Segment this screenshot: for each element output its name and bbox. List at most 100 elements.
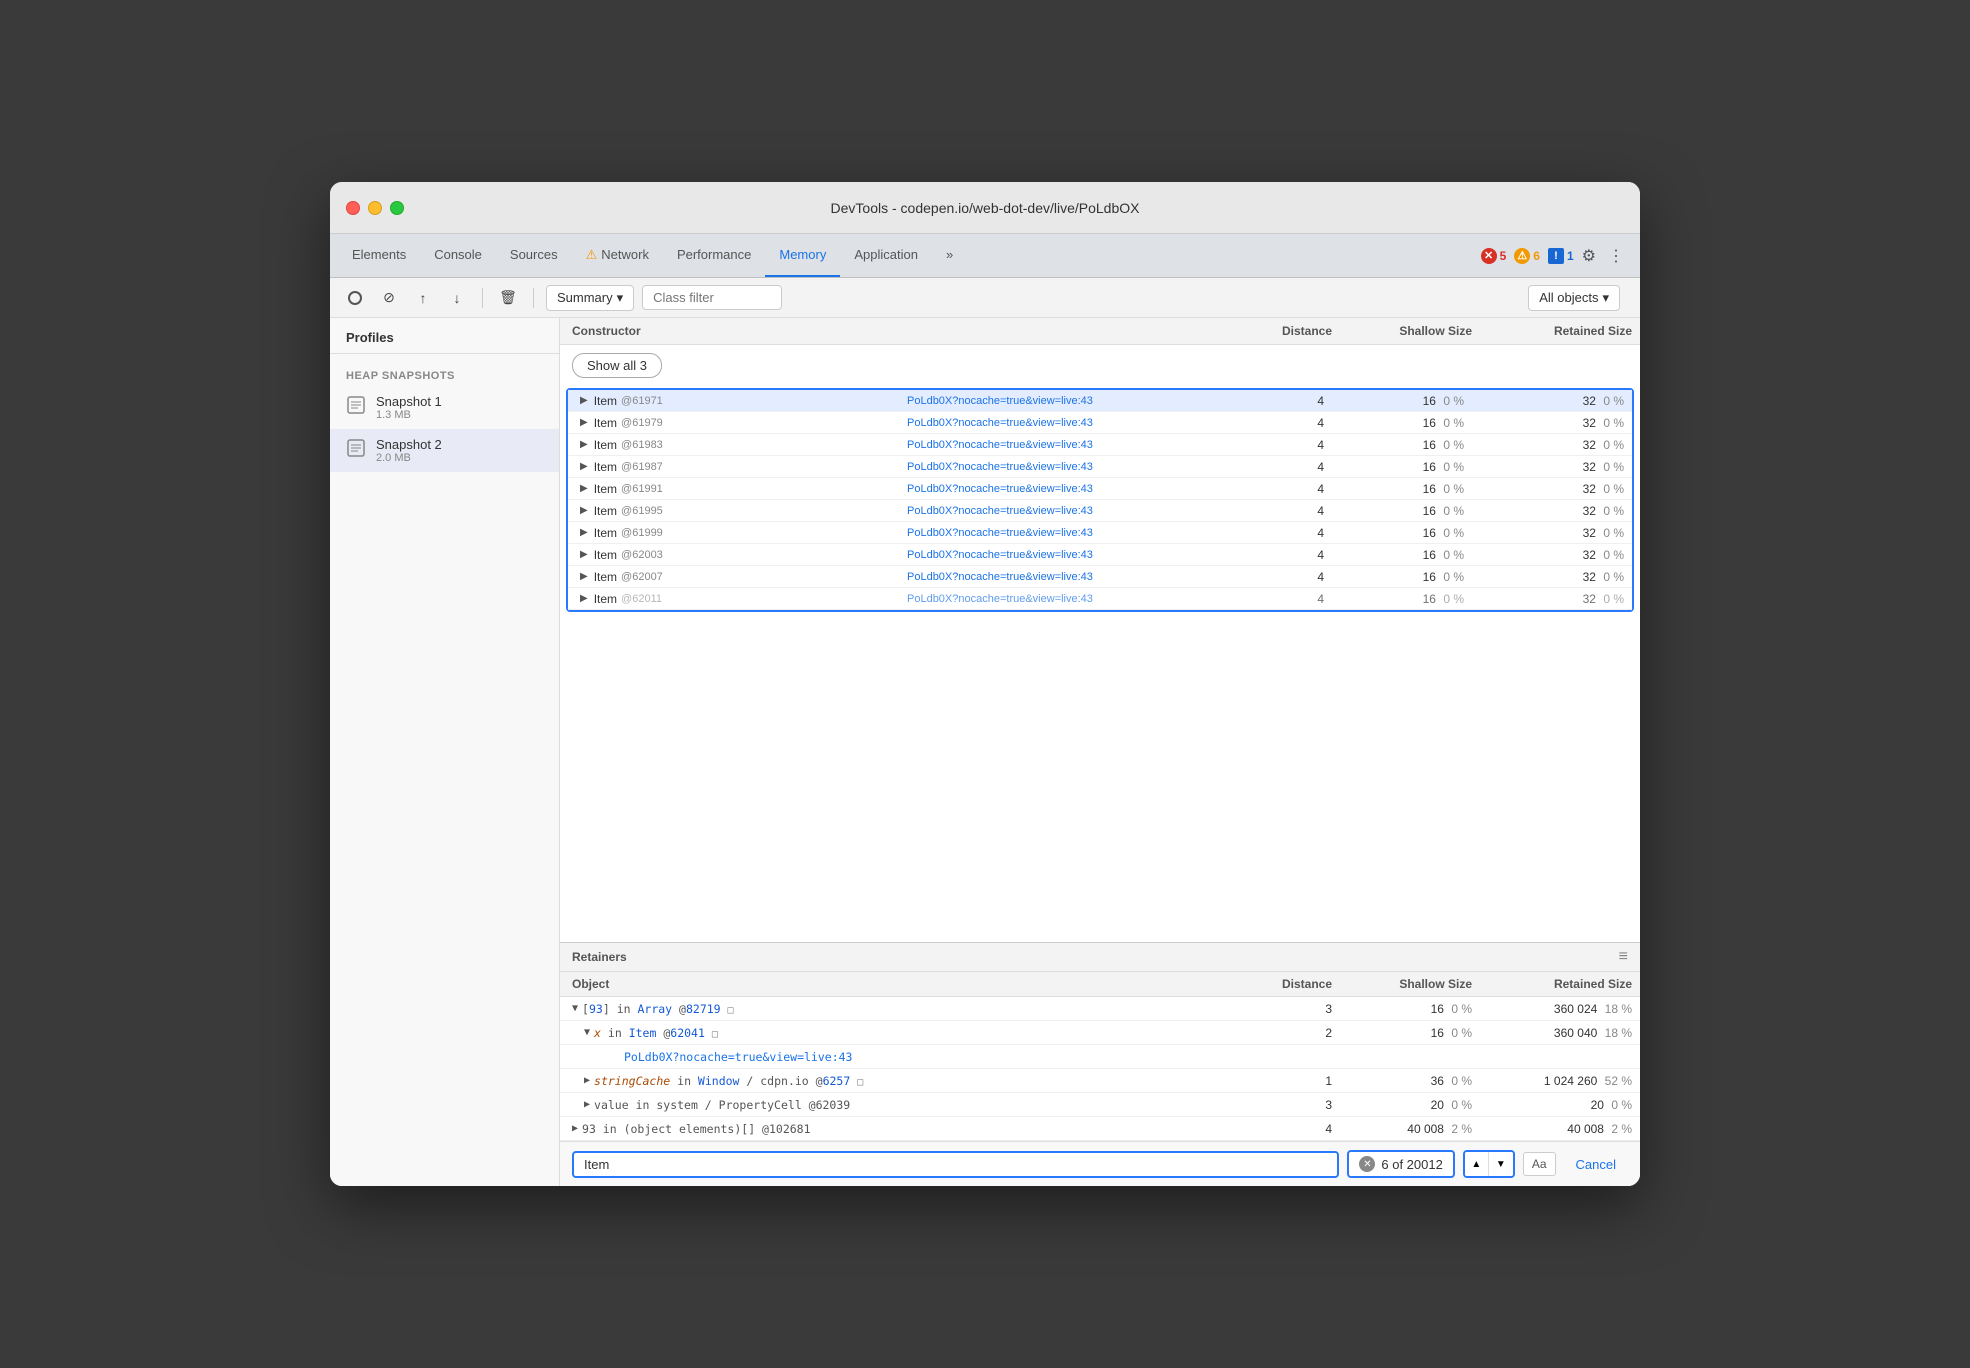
search-clear-button[interactable]: ✕ <box>1359 1156 1375 1172</box>
row-link[interactable]: PoLdb0X?nocache=true&view=live:43 <box>907 439 1093 451</box>
row-link[interactable]: PoLdb0X?nocache=true&view=live:43 <box>907 549 1093 561</box>
upload-button[interactable]: ↑ <box>410 285 436 311</box>
warning-badge: ⚠ 6 <box>1514 248 1540 264</box>
expand-icon[interactable]: ▶ <box>584 1075 590 1086</box>
row-name: Item <box>594 394 617 408</box>
delete-button[interactable]: 🗑 <box>495 285 521 311</box>
expand-icon[interactable]: ▶ <box>580 483 588 494</box>
table-row[interactable]: ▶ Item @61999 PoLdb0X?nocache=true&view=… <box>568 522 1632 544</box>
retainer-row[interactable]: ▶ value in system / PropertyCell @62039 … <box>560 1093 1640 1117</box>
table-row[interactable]: ▶ Item @62011 PoLdb0X?nocache=true&view=… <box>568 588 1632 610</box>
retainer-row[interactable]: ▶ stringCache in Window / cdpn.io @6257 … <box>560 1069 1640 1093</box>
retainer-dist: 4 <box>1230 1119 1340 1139</box>
constructor-table: Constructor Distance Shallow Size Retain… <box>560 318 1640 942</box>
expand-icon[interactable]: ▶ <box>580 571 588 582</box>
summary-dropdown[interactable]: Summary ▾ <box>546 285 634 311</box>
row-shallow: 16 0 % <box>1332 414 1472 432</box>
row-shallow: 16 0 % <box>1332 546 1472 564</box>
expand-icon[interactable]: ▶ <box>580 461 588 472</box>
row-retained: 32 0 % <box>1472 436 1632 454</box>
row-name: Item <box>594 482 617 496</box>
summary-label: Summary <box>557 290 613 305</box>
clear-button[interactable]: ⊘ <box>376 285 402 311</box>
row-link[interactable]: PoLdb0X?nocache=true&view=live:43 <box>907 461 1093 473</box>
snapshot1-size: 1.3 MB <box>376 409 543 421</box>
download-icon: ↓ <box>454 290 461 306</box>
show-all-button[interactable]: Show all 3 <box>572 353 662 378</box>
retainer-content: [93] in Array @82719 □ <box>582 1002 734 1016</box>
expand-icon[interactable]: ▶ <box>580 549 588 560</box>
search-nav-box: ▲ ▼ <box>1463 1150 1515 1178</box>
retainer-row[interactable]: ▶ 93 in (object elements)[] @102681 4 40… <box>560 1117 1640 1141</box>
search-prev-button[interactable]: ▲ <box>1465 1152 1489 1176</box>
expand-icon[interactable]: ▶ <box>580 439 588 450</box>
retainer-row[interactable]: ▼ [93] in Array @82719 □ 3 16 0 % 360 02… <box>560 997 1640 1021</box>
row-distance: 4 <box>1222 480 1332 498</box>
snapshot2-item[interactable]: Snapshot 2 2.0 MB <box>330 429 559 472</box>
minimize-button[interactable] <box>368 201 382 215</box>
retainer-dist: 3 <box>1230 1095 1340 1115</box>
expand-icon[interactable]: ▶ <box>580 505 588 516</box>
row-link[interactable]: PoLdb0X?nocache=true&view=live:43 <box>907 417 1093 429</box>
expand-icon[interactable]: ▶ <box>580 593 588 604</box>
search-next-button[interactable]: ▼ <box>1489 1152 1513 1176</box>
download-button[interactable]: ↓ <box>444 285 470 311</box>
tab-elements[interactable]: Elements <box>338 234 420 277</box>
expand-icon[interactable]: ▶ <box>584 1099 590 1110</box>
table-row[interactable]: ▶ Item @61987 PoLdb0X?nocache=true&view=… <box>568 456 1632 478</box>
table-row[interactable]: ▶ Item @62007 PoLdb0X?nocache=true&view=… <box>568 566 1632 588</box>
all-objects-dropdown[interactable]: All objects ▾ <box>1528 285 1620 311</box>
tab-actions: ⚙ ⋮ <box>1582 234 1632 277</box>
tab-memory[interactable]: Memory <box>765 234 840 277</box>
row-link-cell: PoLdb0X?nocache=true&view=live:43 <box>895 393 1222 409</box>
more-options-icon[interactable]: ⋮ <box>1608 246 1624 266</box>
expand-icon[interactable]: ▼ <box>572 1003 578 1014</box>
table-row[interactable]: ▶ Item @62003 PoLdb0X?nocache=true&view=… <box>568 544 1632 566</box>
row-link-cell: PoLdb0X?nocache=true&view=live:43 <box>895 415 1222 431</box>
table-row[interactable]: ▶ Item @61979 PoLdb0X?nocache=true&view=… <box>568 412 1632 434</box>
row-retained: 32 0 % <box>1472 502 1632 520</box>
tab-performance[interactable]: Performance <box>663 234 765 277</box>
class-filter-input[interactable] <box>642 285 782 310</box>
snapshot2-info: Snapshot 2 2.0 MB <box>376 437 543 464</box>
search-match-case-button[interactable]: Aa <box>1523 1152 1556 1176</box>
expand-icon[interactable]: ▶ <box>580 527 588 538</box>
expand-icon[interactable]: ▶ <box>580 395 588 406</box>
retainers-section: Retainers ≡ Object Distance Shallow Size… <box>560 942 1640 1141</box>
close-button[interactable] <box>346 201 360 215</box>
retainer-link[interactable]: PoLdb0X?nocache=true&view=live:43 <box>624 1050 852 1064</box>
search-cancel-button[interactable]: Cancel <box>1564 1153 1628 1176</box>
table-row[interactable]: ▶ Item @61983 PoLdb0X?nocache=true&view=… <box>568 434 1632 456</box>
retainer-row[interactable]: PoLdb0X?nocache=true&view=live:43 <box>560 1045 1640 1069</box>
row-link[interactable]: PoLdb0X?nocache=true&view=live:43 <box>907 593 1093 605</box>
row-retained: 32 0 % <box>1472 414 1632 432</box>
tab-application[interactable]: Application <box>840 234 932 277</box>
expand-icon[interactable]: ▼ <box>584 1027 590 1038</box>
retainer-obj: PoLdb0X?nocache=true&view=live:43 <box>560 1047 1230 1067</box>
expand-icon[interactable]: ▶ <box>572 1123 578 1134</box>
tab-sources[interactable]: Sources <box>496 234 572 277</box>
tab-sources-label: Sources <box>510 247 558 262</box>
row-link[interactable]: PoLdb0X?nocache=true&view=live:43 <box>907 527 1093 539</box>
tab-more[interactable]: » <box>932 234 967 277</box>
settings-icon[interactable]: ⚙ <box>1582 246 1596 266</box>
row-link[interactable]: PoLdb0X?nocache=true&view=live:43 <box>907 483 1093 495</box>
devtools-tabs: Elements Console Sources ⚠ Network Perfo… <box>330 234 1640 278</box>
row-link[interactable]: PoLdb0X?nocache=true&view=live:43 <box>907 505 1093 517</box>
row-shallow: 16 0 % <box>1332 436 1472 454</box>
snapshot1-item[interactable]: Snapshot 1 1.3 MB <box>330 386 559 429</box>
expand-icon[interactable]: ▶ <box>580 417 588 428</box>
retainer-row[interactable]: ▼ x in Item @62041 □ 2 16 0 % 360 040 18… <box>560 1021 1640 1045</box>
tab-console[interactable]: Console <box>420 234 496 277</box>
search-input[interactable] <box>584 1157 1327 1172</box>
table-row[interactable]: ▶ Item @61991 PoLdb0X?nocache=true&view=… <box>568 478 1632 500</box>
record-button[interactable] <box>342 285 368 311</box>
tab-network[interactable]: ⚠ Network <box>572 234 663 277</box>
row-link[interactable]: PoLdb0X?nocache=true&view=live:43 <box>907 571 1093 583</box>
retainers-table-header: Object Distance Shallow Size Retained Si… <box>560 972 1640 997</box>
row-link-cell: PoLdb0X?nocache=true&view=live:43 <box>895 437 1222 453</box>
maximize-button[interactable] <box>390 201 404 215</box>
row-link[interactable]: PoLdb0X?nocache=true&view=live:43 <box>907 395 1093 407</box>
table-row[interactable]: ▶ Item @61995 PoLdb0X?nocache=true&view=… <box>568 500 1632 522</box>
table-row[interactable]: ▶ Item @61971 PoLdb0X?nocache=true&view=… <box>568 390 1632 412</box>
